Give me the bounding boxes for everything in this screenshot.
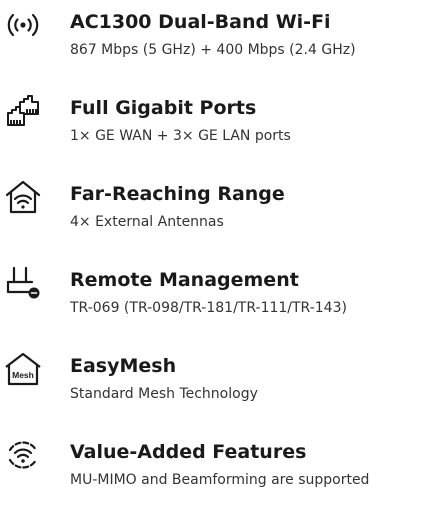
- feature-title: Far-Reaching Range: [70, 183, 285, 205]
- feature-description: TR-069 (TR-098/TR-181/TR-111/TR-143): [70, 300, 347, 316]
- home-wifi-icon: [4, 178, 42, 216]
- feature-title: AC1300 Dual-Band Wi-Fi: [70, 11, 331, 33]
- feature-item-dual-band-wifi: AC1300 Dual-Band Wi-Fi 867 Mbps (5 GHz) …: [0, 6, 442, 76]
- feature-item-gigabit-ports: Full Gigabit Ports 1× GE WAN + 3× GE LAN…: [0, 92, 442, 162]
- feature-item-remote-management: Remote Management TR-069 (TR-098/TR-181/…: [0, 264, 442, 334]
- feature-description: MU-MIMO and Beamforming are supported: [70, 472, 370, 488]
- feature-item-value-added: Value-Added Features MU-MIMO and Beamfor…: [0, 436, 442, 506]
- mesh-icon-label: Mesh: [12, 370, 34, 380]
- remote-management-icon: [4, 264, 42, 302]
- feature-list: AC1300 Dual-Band Wi-Fi 867 Mbps (5 GHz) …: [0, 0, 442, 506]
- mesh-house-icon: Mesh: [4, 350, 42, 388]
- wifi-signal-icon: [4, 6, 42, 44]
- feature-description: 867 Mbps (5 GHz) + 400 Mbps (2.4 GHz): [70, 42, 356, 58]
- feature-description: Standard Mesh Technology: [70, 386, 258, 402]
- feature-title: EasyMesh: [70, 355, 177, 377]
- value-added-wifi-icon: [4, 436, 42, 474]
- ethernet-ports-icon: [4, 92, 42, 130]
- feature-description: 4× External Antennas: [70, 214, 224, 230]
- feature-description: 1× GE WAN + 3× GE LAN ports: [70, 128, 291, 144]
- feature-item-far-reaching-range: Far-Reaching Range 4× External Antennas: [0, 178, 442, 248]
- feature-item-easymesh: Mesh EasyMesh Standard Mesh Technology: [0, 350, 442, 420]
- feature-title: Full Gigabit Ports: [70, 97, 257, 119]
- feature-title: Value-Added Features: [70, 441, 307, 463]
- feature-title: Remote Management: [70, 269, 299, 291]
